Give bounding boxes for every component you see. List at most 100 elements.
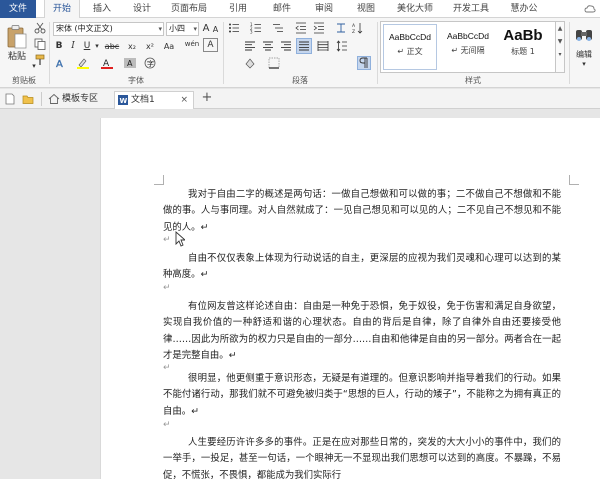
- chevron-up-icon[interactable]: ▲: [556, 22, 564, 35]
- new-tab-button[interactable]: +: [200, 90, 214, 106]
- phonetic-guide-button[interactable]: wén: [184, 38, 200, 51]
- styles-scroll[interactable]: ▲ ▼ ▾: [556, 21, 565, 73]
- tab-insert[interactable]: 插入: [84, 0, 120, 18]
- paragraph[interactable]: 我对于自由二字的概述是两句话：一做自己想做和可以做的事；二不做自己不想做和不能做…: [163, 187, 561, 236]
- tab-document-1-label: 文档1: [131, 95, 155, 105]
- chevron-down-icon[interactable]: ▼: [556, 35, 564, 48]
- tab-file[interactable]: 文件: [0, 0, 36, 18]
- shading-icon[interactable]: [244, 57, 256, 69]
- svg-text:A: A: [352, 23, 356, 29]
- underline-dropdown[interactable]: ▾: [93, 40, 101, 53]
- align-justify-icon: [299, 41, 309, 51]
- tab-office-helper[interactable]: 慧办公: [502, 0, 546, 18]
- cut-icon[interactable]: [34, 22, 46, 34]
- paragraph[interactable]: 自由不仅仅表象上体现为行动说话的自主，更深层的应视为我们灵魂和心理可以达到的某种…: [163, 251, 561, 284]
- chevron-down-icon: ▾: [158, 25, 162, 33]
- document-page[interactable]: 我对于自由二字的概述是两句话：一做自己想做和可以做的事；二不做自己不想做和不能做…: [100, 118, 600, 479]
- enclose-character-icon[interactable]: 字: [144, 57, 156, 69]
- font-color-icon[interactable]: A: [101, 57, 113, 69]
- separator: [41, 92, 42, 106]
- justify-button[interactable]: [296, 38, 312, 54]
- svg-text:3: 3: [250, 30, 253, 35]
- style-sample: AaBbCcDd: [446, 31, 490, 41]
- styles-gallery: AaBbCcDd ↵ 正文 AaBbCcDd ↵ 无间隔 AaBb 标题 1: [380, 21, 556, 73]
- style-normal[interactable]: AaBbCcDd ↵ 正文: [383, 24, 437, 70]
- strikethrough-button[interactable]: abc: [104, 40, 120, 53]
- copy-icon[interactable]: [34, 38, 46, 50]
- style-no-spacing[interactable]: AaBbCcDd ↵ 无间隔: [441, 24, 495, 70]
- font-name-value: 宋体 (中文正文): [56, 24, 113, 33]
- change-case-button[interactable]: Aa: [161, 40, 177, 53]
- document-area[interactable]: 我对于自由二字的概述是两句话：一做自己想做和可以做的事；二不做自己不想做和不能做…: [0, 110, 600, 479]
- chinese-layout-icon[interactable]: [335, 22, 347, 34]
- paragraph[interactable]: 人生要经历许许多多的事件。正是在应对那些日常的，突发的大大小小的事件中，我们的一…: [163, 435, 561, 479]
- paragraph[interactable]: 有位网友曾这样论述自由：自由是一种免于恐惧，免于奴役，免于伤害和满足自身欲望，实…: [163, 299, 561, 365]
- more-styles-icon[interactable]: ▾: [556, 48, 564, 61]
- align-center-icon[interactable]: [262, 40, 274, 52]
- paste-button[interactable]: 粘贴: [2, 51, 32, 64]
- folder-icon[interactable]: [22, 93, 34, 105]
- svg-text:W: W: [120, 97, 128, 105]
- margin-corner-mark: [154, 175, 164, 185]
- show-marks-button[interactable]: [357, 56, 371, 70]
- grow-font-button[interactable]: A: [201, 22, 211, 35]
- font-name-combo[interactable]: 宋体 (中文正文) ▾: [53, 22, 164, 36]
- word-window: 文件 开始 插入 设计 页面布局 引用 邮件 审阅 视图 美化大师 开发工具 慧…: [0, 0, 600, 479]
- tab-template-zone-label: 模板专区: [62, 94, 99, 104]
- tab-developer[interactable]: 开发工具: [446, 0, 496, 18]
- tab-home[interactable]: 开始: [44, 0, 80, 19]
- styles-group-label: 样式: [465, 76, 481, 85]
- chevron-down-icon: ▾: [193, 25, 197, 33]
- paragraph[interactable]: 很明显，他更侧重于意识形态，无疑是有道理的。但意识影响并指导着我们的行动。如果不…: [163, 371, 561, 420]
- subscript-button[interactable]: x₂: [125, 40, 139, 53]
- style-sample: AaBbCcDd: [388, 32, 432, 42]
- bold-button[interactable]: B: [54, 40, 64, 53]
- bullets-icon[interactable]: [228, 22, 240, 34]
- numbering-icon[interactable]: 123: [250, 22, 262, 34]
- close-icon[interactable]: ×: [180, 92, 188, 108]
- multilevel-list-icon[interactable]: [272, 22, 284, 34]
- shrink-font-button[interactable]: A: [211, 23, 220, 36]
- sort-icon[interactable]: AZ: [352, 22, 364, 34]
- format-painter-icon[interactable]: [34, 54, 46, 66]
- tab-review[interactable]: 审阅: [306, 0, 342, 18]
- italic-button[interactable]: I: [68, 40, 78, 53]
- binoculars-icon[interactable]: [574, 24, 594, 44]
- character-shading-icon[interactable]: A: [124, 57, 136, 69]
- paste-icon[interactable]: [6, 24, 28, 50]
- tab-beautify[interactable]: 美化大师: [390, 0, 440, 18]
- align-right-icon[interactable]: [280, 40, 292, 52]
- svg-text:A: A: [56, 59, 63, 69]
- text-effect-icon[interactable]: A: [55, 57, 67, 69]
- svg-text:Z: Z: [352, 29, 355, 34]
- tab-layout[interactable]: 页面布局: [164, 0, 214, 18]
- paragraph-mark: ↵: [163, 235, 171, 245]
- decrease-indent-icon[interactable]: [295, 22, 307, 34]
- underline-button[interactable]: U: [82, 40, 92, 53]
- align-left-icon[interactable]: [244, 40, 256, 52]
- tab-mailings[interactable]: 邮件: [264, 0, 300, 18]
- superscript-button[interactable]: x²: [143, 40, 157, 53]
- tab-view[interactable]: 视图: [348, 0, 384, 18]
- cloud-icon[interactable]: [584, 3, 596, 15]
- paragraph-mark: ↵: [163, 420, 171, 430]
- increase-indent-icon[interactable]: [313, 22, 325, 34]
- style-name: ↵ 无间隔: [451, 46, 485, 55]
- borders-icon[interactable]: [268, 57, 280, 69]
- style-heading-1[interactable]: AaBb 标题 1: [499, 24, 547, 70]
- pilcrow-icon: [359, 57, 368, 68]
- highlight-icon[interactable]: [77, 57, 89, 69]
- distributed-align-icon[interactable]: [317, 40, 329, 52]
- style-name: ↵ 正文: [397, 47, 423, 56]
- chevron-down-icon[interactable]: ▾: [579, 58, 589, 71]
- line-spacing-icon[interactable]: [336, 40, 348, 52]
- svg-text:A: A: [127, 59, 133, 68]
- tab-references[interactable]: 引用: [220, 0, 256, 18]
- font-size-combo[interactable]: 小四 ▾: [166, 22, 199, 36]
- tab-design[interactable]: 设计: [124, 0, 160, 18]
- new-document-icon[interactable]: [4, 93, 16, 105]
- character-border-button[interactable]: A: [203, 38, 218, 52]
- style-sample: AaBb: [503, 27, 543, 44]
- tab-document-1[interactable]: W 文档1 ×: [114, 91, 194, 109]
- tab-template-zone[interactable]: 模板专区: [46, 91, 108, 109]
